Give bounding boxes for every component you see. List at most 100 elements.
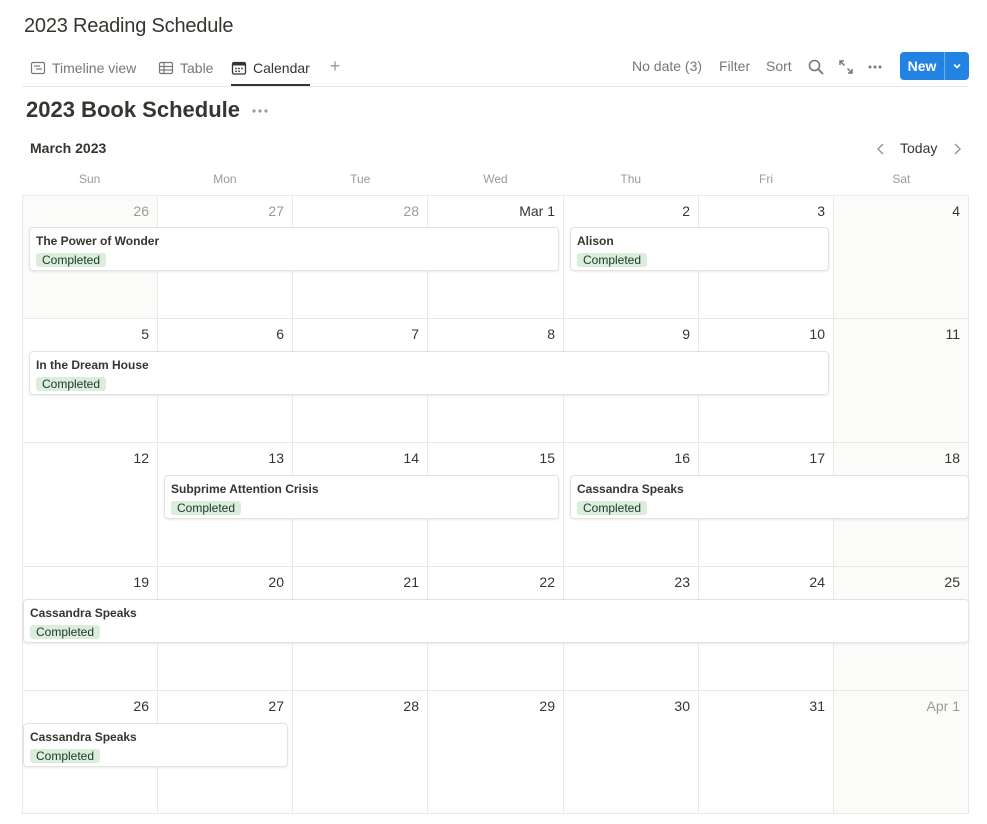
add-view-plus-icon[interactable]: + (325, 56, 345, 76)
new-dropdown-chevron-icon[interactable] (945, 52, 969, 80)
day-number: 20 (268, 574, 284, 590)
day-number: 9 (682, 326, 690, 342)
database-more-icon[interactable] (250, 101, 270, 121)
calendar-icon (231, 61, 247, 75)
tab-timeline-view-label: Timeline view (52, 59, 137, 76)
event-title: Cassandra Speaks (30, 606, 137, 620)
weekday-label: Wed (483, 172, 508, 186)
weekday-label: Sun (78, 172, 101, 186)
status-badge: Completed (36, 253, 107, 267)
calendar-day-cell[interactable]: 12 (23, 443, 158, 567)
day-number: 15 (539, 450, 555, 466)
search-icon[interactable] (807, 58, 825, 76)
day-number: 11 (945, 326, 960, 342)
tab-calendar[interactable]: Calendar (231, 50, 310, 86)
day-number: 21 (403, 574, 419, 590)
day-number: 5 (141, 326, 149, 342)
day-number: 26 (133, 698, 149, 714)
status-badge: Completed (30, 625, 101, 639)
event-card[interactable]: Cassandra Speaks Completed (23, 723, 288, 767)
view-tabs-bar: Timeline view Table Calendar + No date (… (22, 50, 969, 87)
day-number: 27 (268, 698, 284, 714)
day-number: 26 (133, 203, 149, 219)
timeline-icon (30, 61, 46, 74)
new-button[interactable]: New (900, 52, 969, 80)
day-number: 22 (539, 574, 555, 590)
day-number: 13 (268, 450, 284, 466)
weekday-label: Fri (759, 172, 774, 186)
day-number: 19 (133, 574, 149, 590)
no-date-button[interactable]: No date (3) (632, 58, 702, 74)
event-title: In the Dream House (36, 358, 149, 372)
tab-table-label: Table (180, 59, 214, 76)
day-number: 27 (268, 203, 284, 219)
event-card[interactable]: In the Dream House Completed (29, 351, 829, 395)
day-number: 14 (403, 450, 419, 466)
event-title: The Power of Wonder (36, 234, 160, 248)
calendar-day-cell[interactable]: 29 (428, 691, 564, 814)
more-options-icon[interactable] (866, 58, 884, 76)
weekday-label: Sat (892, 172, 911, 186)
day-number: 18 (944, 450, 960, 466)
weekday-label: Mon (213, 172, 237, 186)
day-number: 10 (809, 326, 825, 342)
day-number: 12 (133, 450, 149, 466)
month-label: March 2023 (30, 140, 107, 156)
weekday-header: Sun Mon Tue Wed Thu Fri Sat (22, 168, 969, 194)
day-number: 4 (952, 203, 960, 219)
expand-icon[interactable] (837, 58, 855, 76)
day-number: 17 (809, 450, 825, 466)
day-number: 2 (682, 203, 690, 219)
day-number: 31 (809, 698, 825, 714)
previous-month-chevron-icon[interactable] (872, 140, 890, 158)
event-title: Cassandra Speaks (30, 730, 137, 744)
day-number: 30 (674, 698, 690, 714)
calendar-day-cell[interactable]: 30 (564, 691, 699, 814)
day-number: 24 (809, 574, 825, 590)
calendar-grid: 26 27 28 Mar 1 2 3 4 5 6 7 8 9 10 11 12 13 14 15 16 17 18 19 2… (22, 195, 969, 814)
calendar-day-cell[interactable]: 11 (834, 319, 969, 443)
day-number: Mar 1 (519, 203, 555, 219)
day-number: 8 (547, 326, 555, 342)
table-icon (158, 61, 174, 74)
status-badge: Completed (577, 501, 648, 515)
day-number: 6 (276, 326, 284, 342)
tab-calendar-label: Calendar (253, 59, 310, 76)
event-card[interactable]: Cassandra Speaks Completed (570, 475, 969, 519)
event-card[interactable]: Subprime Attention Crisis Completed (164, 475, 559, 519)
event-title: Subprime Attention Crisis (171, 482, 319, 496)
event-title: Alison (577, 234, 614, 248)
tab-table[interactable]: Table (158, 50, 213, 85)
sort-button[interactable]: Sort (766, 58, 792, 74)
calendar-day-cell[interactable]: Apr 1 (834, 691, 969, 814)
weekday-label: Tue (350, 172, 371, 186)
calendar-day-cell[interactable]: 28 (293, 691, 428, 814)
database-title: 2023 Book Schedule (26, 97, 240, 122)
next-month-chevron-icon[interactable] (948, 140, 966, 158)
day-number: 25 (944, 574, 960, 590)
day-number: 3 (817, 203, 825, 219)
day-number: 28 (403, 698, 419, 714)
tab-timeline-view[interactable]: Timeline view (30, 50, 136, 85)
event-title: Cassandra Speaks (577, 482, 684, 496)
day-number: 16 (674, 450, 690, 466)
event-card[interactable]: The Power of Wonder Completed (29, 227, 559, 271)
day-number: 28 (403, 203, 419, 219)
calendar-day-cell[interactable]: 4 (834, 196, 969, 319)
day-number: 7 (411, 326, 419, 342)
status-badge: Completed (171, 501, 242, 515)
new-button-label: New (900, 52, 945, 80)
day-number: 23 (674, 574, 690, 590)
status-badge: Completed (36, 377, 107, 391)
event-card[interactable]: Cassandra Speaks Completed (23, 599, 969, 643)
day-number: 29 (539, 698, 555, 714)
status-badge: Completed (30, 749, 101, 763)
status-badge: Completed (577, 253, 648, 267)
calendar-day-cell[interactable]: 31 (699, 691, 834, 814)
today-button[interactable]: Today (900, 140, 937, 156)
filter-button[interactable]: Filter (719, 58, 750, 74)
event-card[interactable]: Alison Completed (570, 227, 829, 271)
day-number: Apr 1 (926, 698, 960, 714)
page-title: 2023 Reading Schedule (24, 15, 234, 37)
weekday-label: Thu (620, 172, 642, 186)
